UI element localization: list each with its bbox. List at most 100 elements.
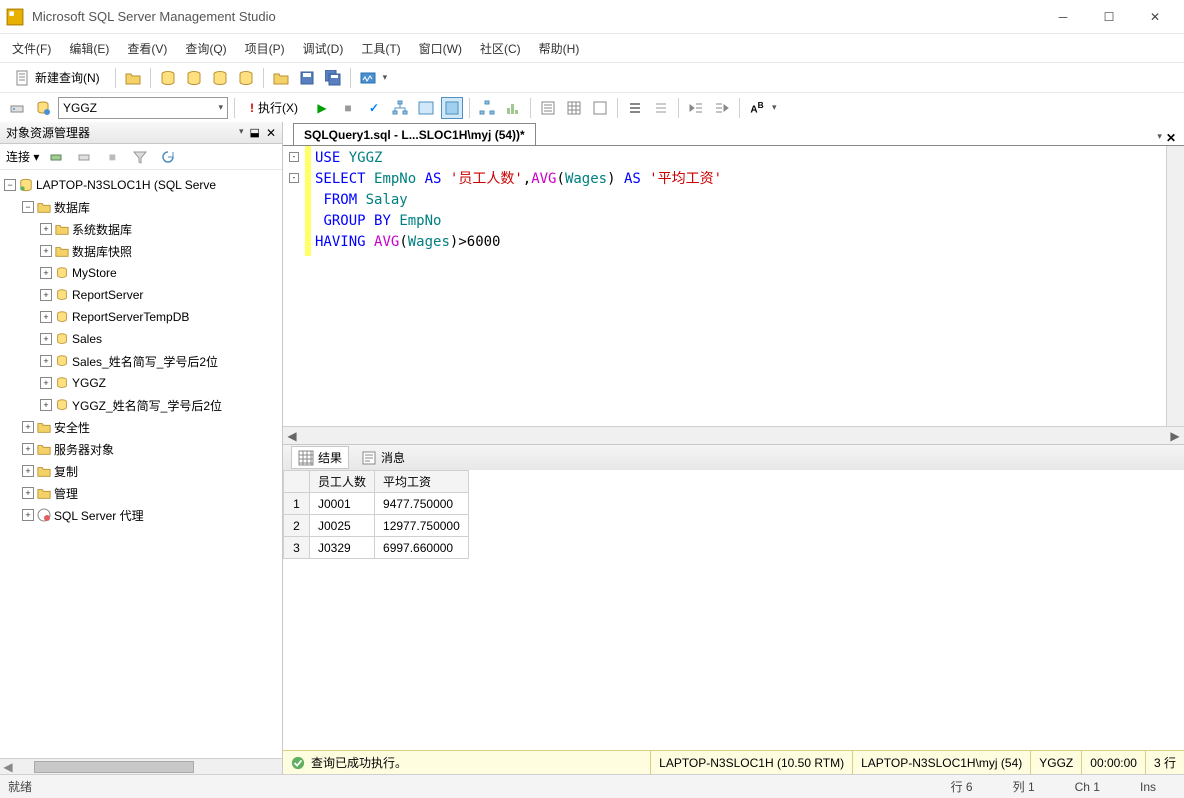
activity-monitor-icon[interactable] xyxy=(357,67,379,89)
open-folder-icon[interactable] xyxy=(270,67,292,89)
toolbar2-overflow-icon[interactable]: ▾ xyxy=(772,102,777,113)
db-engine-query-2-icon[interactable] xyxy=(183,67,205,89)
result-cell[interactable]: J0329 xyxy=(310,537,375,559)
replication-node[interactable]: 复制 xyxy=(54,463,78,480)
database-node[interactable]: YGGZ xyxy=(72,376,106,390)
db-engine-query-icon[interactable] xyxy=(157,67,179,89)
results-to-text-icon[interactable] xyxy=(537,97,559,119)
debug-button[interactable]: ▶ xyxy=(311,97,333,119)
specify-values-icon[interactable]: AB xyxy=(746,97,768,119)
db-snapshot-node[interactable]: 数据库快照 xyxy=(72,243,132,260)
toolbar-overflow-icon[interactable]: ▾ xyxy=(383,72,388,83)
tree-expander[interactable]: + xyxy=(22,487,34,499)
menu-view[interactable]: 查看(V) xyxy=(127,40,167,57)
database-node[interactable]: MyStore xyxy=(72,266,117,280)
result-cell[interactable]: J0001 xyxy=(310,493,375,515)
db-engine-query-4-icon[interactable] xyxy=(235,67,257,89)
tree-expander[interactable]: + xyxy=(40,223,52,235)
uncomment-icon[interactable] xyxy=(650,97,672,119)
row-number[interactable]: 3 xyxy=(284,537,310,559)
column-header[interactable]: 员工人数 xyxy=(310,471,375,493)
menu-community[interactable]: 社区(C) xyxy=(480,40,521,57)
security-node[interactable]: 安全性 xyxy=(54,419,90,436)
include-actual-plan-icon[interactable] xyxy=(476,97,498,119)
tree-expander[interactable]: + xyxy=(22,421,34,433)
execute-button[interactable]: ! 执行(X) xyxy=(241,97,307,119)
tab-dropdown-icon[interactable]: ▾ xyxy=(1157,131,1162,145)
menu-file[interactable]: 文件(F) xyxy=(12,40,51,57)
disconnect-icon[interactable] xyxy=(73,146,95,168)
save-all-icon[interactable] xyxy=(322,67,344,89)
menu-tools[interactable]: 工具(T) xyxy=(361,40,400,57)
tree-expander[interactable]: + xyxy=(40,399,52,411)
database-node[interactable]: Sales_姓名简写_学号后2位 xyxy=(72,353,218,370)
database-node[interactable]: Sales xyxy=(72,332,102,346)
connect-dropdown[interactable]: 连接 ▾ xyxy=(6,148,39,165)
document-tab[interactable]: SQLQuery1.sql - L...SLOC1H\myj (54))* xyxy=(293,123,536,145)
minimize-button[interactable]: ─ xyxy=(1040,2,1086,32)
query-options-icon[interactable] xyxy=(415,97,437,119)
result-cell[interactable]: 12977.750000 xyxy=(375,515,469,537)
tab-close-icon[interactable]: ✕ xyxy=(1166,131,1176,145)
tree-expander[interactable]: + xyxy=(22,465,34,477)
close-button[interactable]: ✕ xyxy=(1132,2,1178,32)
parse-icon[interactable]: ✓ xyxy=(363,97,385,119)
maximize-button[interactable]: ☐ xyxy=(1086,2,1132,32)
tree-expander[interactable]: + xyxy=(40,377,52,389)
row-number[interactable]: 2 xyxy=(284,515,310,537)
cancel-query-icon[interactable]: ■ xyxy=(337,97,359,119)
databases-node[interactable]: 数据库 xyxy=(54,199,90,216)
result-cell[interactable]: 9477.750000 xyxy=(375,493,469,515)
increase-indent-icon[interactable] xyxy=(711,97,733,119)
database-node[interactable]: YGGZ_姓名简写_学号后2位 xyxy=(72,397,222,414)
menu-project[interactable]: 项目(P) xyxy=(245,40,285,57)
results-tab[interactable]: 结果 xyxy=(291,446,349,469)
object-explorer-hscroll[interactable]: ◀ xyxy=(0,758,282,774)
db-engine-query-3-icon[interactable] xyxy=(209,67,231,89)
tree-expander[interactable]: + xyxy=(40,311,52,323)
menu-edit[interactable]: 编辑(E) xyxy=(69,40,109,57)
panel-dropdown-icon[interactable]: ▾ xyxy=(239,126,244,140)
database-node[interactable]: ReportServer xyxy=(72,288,143,302)
server-objects-node[interactable]: 服务器对象 xyxy=(54,441,114,458)
new-query-button[interactable]: 新建查询(N) xyxy=(6,67,109,89)
tree-expander[interactable]: + xyxy=(40,355,52,367)
tree-expander[interactable]: − xyxy=(4,179,16,191)
server-node[interactable]: LAPTOP-N3SLOC1H (SQL Serve xyxy=(36,178,216,192)
save-icon[interactable] xyxy=(296,67,318,89)
stop-icon[interactable]: ■ xyxy=(101,146,123,168)
pin-icon[interactable]: ⬓ xyxy=(250,126,260,140)
tree-expander[interactable]: + xyxy=(40,245,52,257)
display-plan-icon[interactable] xyxy=(389,97,411,119)
editor-vscroll[interactable] xyxy=(1166,146,1184,426)
column-header[interactable]: 平均工资 xyxy=(375,471,469,493)
filter-icon[interactable] xyxy=(129,146,151,168)
database-selector[interactable]: YGGZ▾ xyxy=(58,97,228,119)
comment-icon[interactable] xyxy=(624,97,646,119)
tree-expander[interactable]: + xyxy=(40,267,52,279)
panel-close-icon[interactable]: ✕ xyxy=(266,126,276,140)
menu-window[interactable]: 窗口(W) xyxy=(419,40,462,57)
open-file-icon[interactable] xyxy=(122,67,144,89)
results-to-grid-icon[interactable] xyxy=(563,97,585,119)
available-databases-icon[interactable] xyxy=(32,97,54,119)
database-node[interactable]: ReportServerTempDB xyxy=(72,310,189,324)
menu-query[interactable]: 查询(Q) xyxy=(185,40,226,57)
results-to-file-icon[interactable] xyxy=(589,97,611,119)
result-cell[interactable]: J0025 xyxy=(310,515,375,537)
messages-tab[interactable]: 消息 xyxy=(355,447,411,468)
menu-help[interactable]: 帮助(H) xyxy=(539,40,580,57)
tree-expander[interactable]: + xyxy=(40,289,52,301)
tree-expander[interactable]: + xyxy=(22,443,34,455)
system-databases-node[interactable]: 系统数据库 xyxy=(72,221,132,238)
sql-code-area[interactable]: USE YGGZ SELECT EmpNo AS '员工人数',AVG(Wage… xyxy=(311,146,1166,426)
intellisense-icon[interactable] xyxy=(441,97,463,119)
result-cell[interactable]: 6997.660000 xyxy=(375,537,469,559)
management-node[interactable]: 管理 xyxy=(54,485,78,502)
agent-node[interactable]: SQL Server 代理 xyxy=(54,507,144,524)
connect-icon[interactable] xyxy=(45,146,67,168)
tree-expander[interactable]: + xyxy=(40,333,52,345)
row-number[interactable]: 1 xyxy=(284,493,310,515)
tree-expander[interactable]: − xyxy=(22,201,34,213)
change-connection-icon[interactable] xyxy=(6,97,28,119)
